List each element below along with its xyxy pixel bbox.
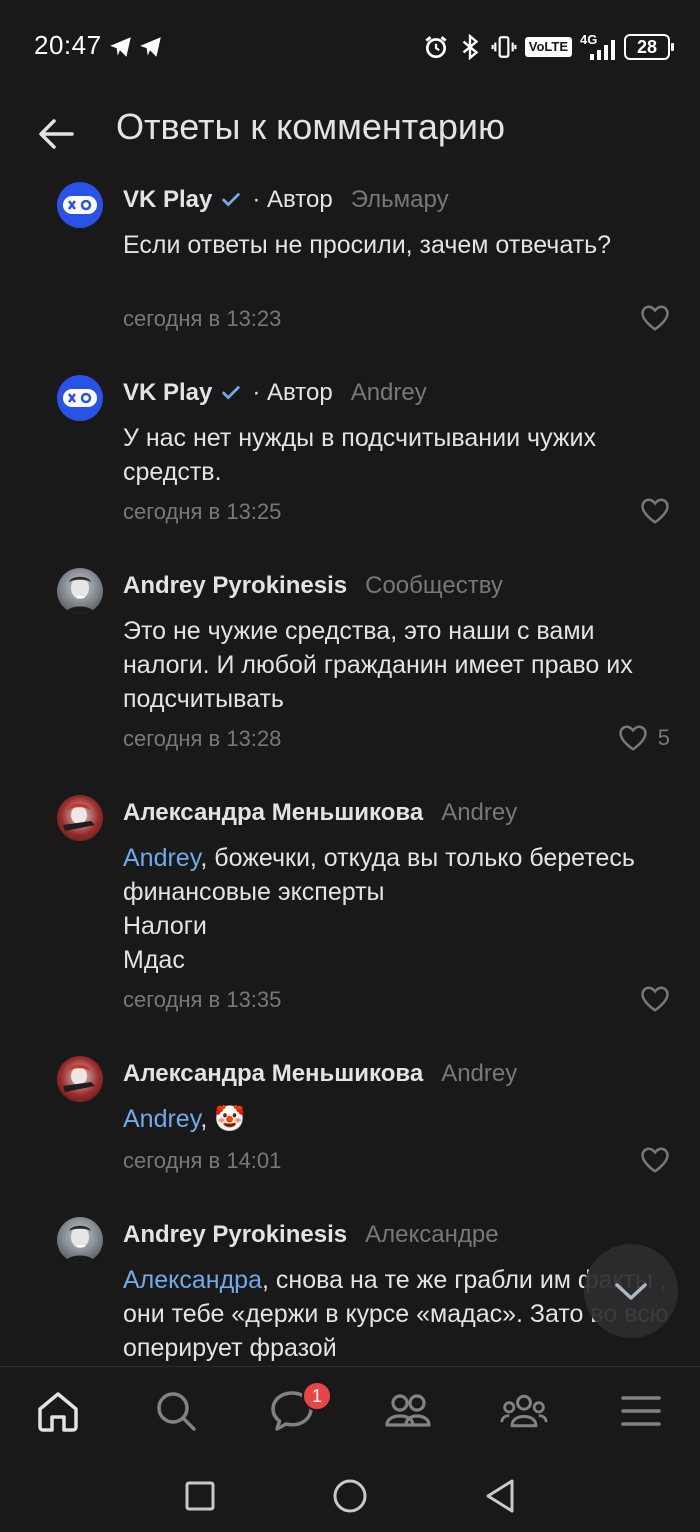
tab-friends[interactable] [384, 1387, 432, 1435]
system-nav-bar [0, 1458, 700, 1532]
mention-link[interactable]: Александра [123, 1266, 262, 1294]
comment-text-line: Мдас [123, 946, 185, 974]
heart-icon [641, 986, 669, 1012]
telegram-icon [110, 37, 131, 57]
avatar[interactable] [57, 568, 103, 614]
like-button[interactable] [640, 304, 670, 332]
verified-icon [222, 193, 241, 207]
comment-time: сегодня в 13:35 [123, 987, 282, 1012]
comment-text-body: , 🤡 [200, 1105, 246, 1133]
status-icons: VoLTE 4G 28 [423, 30, 674, 64]
user-photo [63, 803, 95, 831]
tab-menu[interactable] [617, 1387, 665, 1435]
status-time: 20:47 [34, 30, 102, 60]
comments-list[interactable]: VK Play · Автор Эльмару Если ответы не п… [0, 178, 700, 1366]
messages-badge: 1 [302, 1381, 332, 1411]
avatar[interactable] [57, 1056, 103, 1102]
author-name[interactable]: Александра Меньшикова [123, 1060, 423, 1088]
back-button[interactable] [30, 108, 82, 160]
comment-text-line: Налоги [123, 912, 207, 940]
tab-search[interactable] [152, 1387, 200, 1435]
user-photo [63, 1064, 95, 1092]
author-role: · Автор [252, 379, 333, 406]
recents-icon [185, 1481, 215, 1511]
author-name[interactable]: Andrey Pyrokinesis [123, 572, 347, 600]
chevron-down-icon [615, 1283, 647, 1300]
comment-time: сегодня в 13:23 [123, 306, 282, 331]
vk-play-logo [63, 196, 97, 214]
avatar[interactable] [57, 1217, 103, 1263]
heart-icon [618, 725, 647, 751]
app-header: Ответы к комментарию [0, 90, 700, 178]
comment-text: Это не чужие средства, это наши с вами н… [123, 617, 633, 713]
signal-icon: 4G [580, 32, 616, 60]
like-button[interactable] [640, 985, 670, 1013]
mention-link[interactable]: Andrey [123, 1105, 200, 1133]
comment-header: Andrey Pyrokinesis Сообществу [123, 572, 503, 600]
back-nav-button[interactable] [480, 1476, 520, 1516]
comment-header: Александра Меньшикова Andrey [123, 799, 517, 827]
back-triangle-icon [486, 1479, 514, 1513]
telegram-icon [140, 37, 161, 57]
arrow-left-icon [39, 119, 74, 149]
reply-target[interactable]: Александре [365, 1221, 498, 1249]
bottom-tab-bar: 1 [0, 1366, 700, 1458]
reply-target[interactable]: Сообществу [365, 572, 503, 600]
home-nav-button[interactable] [330, 1476, 370, 1516]
comment-header: VK Play · Автор Andrey [123, 379, 427, 407]
bluetooth-icon [462, 34, 479, 60]
author-role: · Автор [252, 186, 333, 213]
mention-link[interactable]: Andrey [123, 844, 200, 872]
reply-target[interactable]: Andrey [441, 1060, 517, 1088]
author-name[interactable]: VK Play [123, 186, 212, 214]
heart-icon [641, 305, 669, 331]
comment-text: Andrey, 🤡 [123, 1102, 683, 1136]
comment-text: Если ответы не просили, зачем отвечать? [123, 231, 612, 259]
like-count: 5 [657, 725, 670, 750]
avatar[interactable] [57, 795, 103, 841]
page-title: Ответы к комментарию [116, 106, 505, 147]
home-circle-icon [333, 1479, 367, 1513]
reply-target[interactable]: Эльмару [351, 186, 449, 214]
user-photo [65, 576, 95, 614]
comment-text: Andrey, божечки, откуда вы только берете… [123, 841, 683, 977]
scroll-down-button[interactable] [584, 1244, 678, 1338]
comment-header: VK Play · Автор Эльмару [123, 186, 449, 214]
like-button[interactable] [640, 1146, 670, 1174]
status-bar: 20:47 VoLTE 4G 28 [0, 0, 700, 90]
heart-icon [641, 498, 669, 524]
comment-header: Andrey Pyrokinesis Александре [123, 1221, 499, 1249]
avatar[interactable] [57, 182, 103, 228]
home-icon [38, 1392, 78, 1432]
menu-icon [621, 1396, 661, 1426]
comment-time: сегодня в 14:01 [123, 1148, 282, 1173]
user-photo [65, 1225, 95, 1263]
tab-communities[interactable] [500, 1387, 548, 1435]
author-name[interactable]: Andrey Pyrokinesis [123, 1221, 347, 1249]
search-icon [157, 1392, 196, 1431]
comment-text: У нас нет нужды в подсчитывании чужих ср… [123, 424, 596, 486]
volte-badge: VoLTE [524, 37, 572, 57]
comment-header: Александра Меньшикова Andrey [123, 1060, 517, 1088]
comment-time: сегодня в 13:28 [123, 726, 282, 751]
like-button[interactable]: 5 [618, 724, 670, 752]
author-name[interactable]: VK Play [123, 379, 212, 407]
vibrate-icon [491, 36, 517, 58]
friends-icon [385, 1394, 431, 1427]
reply-target[interactable]: Andrey [441, 799, 517, 827]
heart-icon [641, 1147, 669, 1173]
recents-button[interactable] [180, 1476, 220, 1516]
reply-target[interactable]: Andrey [351, 379, 427, 407]
battery-indicator: 28 [624, 34, 674, 60]
tab-home[interactable] [34, 1387, 82, 1435]
avatar[interactable] [57, 375, 103, 421]
comment-text-body: , божечки, откуда вы только беретесь фин… [123, 844, 635, 906]
author-name[interactable]: Александра Меньшикова [123, 799, 423, 827]
vk-play-logo [63, 389, 97, 407]
communities-icon [500, 1394, 548, 1428]
verified-icon [222, 386, 241, 400]
comment-time: сегодня в 13:25 [123, 499, 282, 524]
alarm-icon [425, 36, 447, 59]
like-button[interactable] [640, 497, 670, 525]
